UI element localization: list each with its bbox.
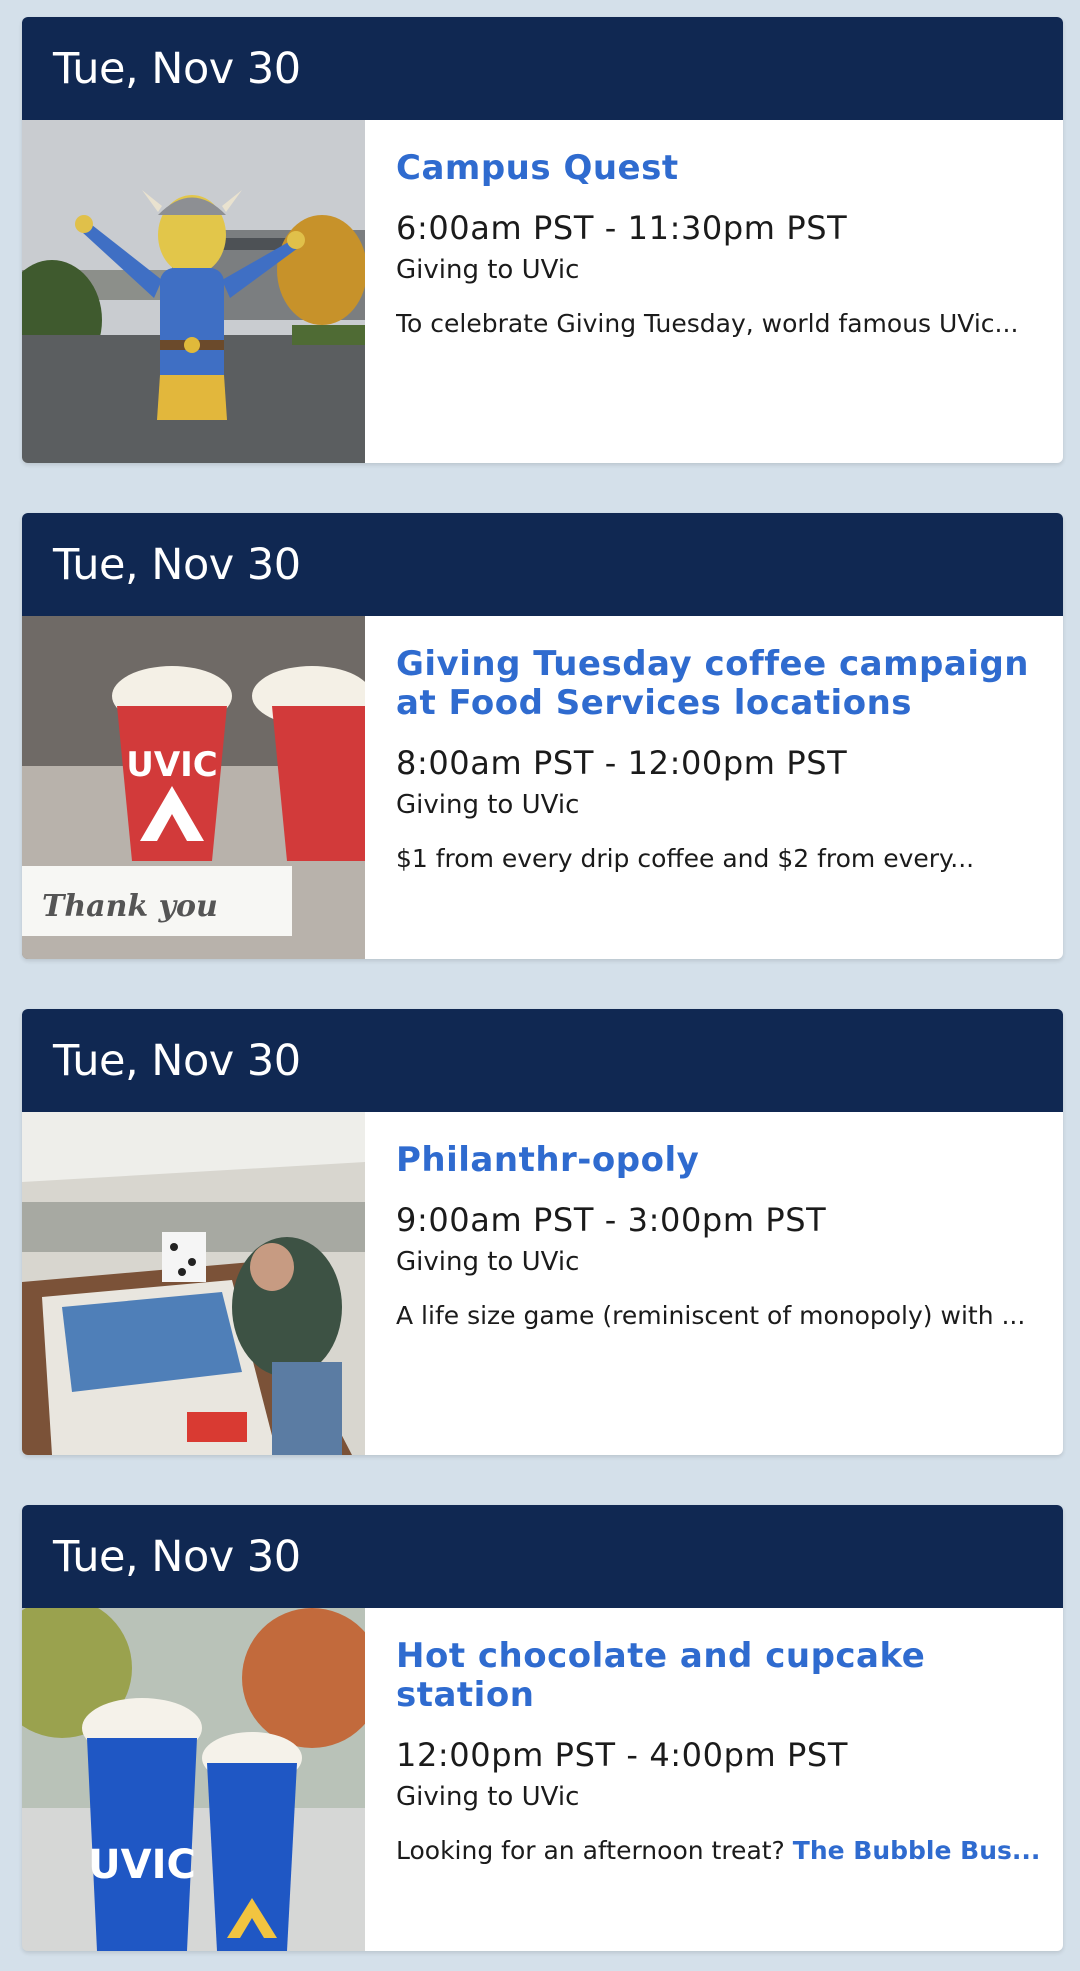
event-description: To celebrate Giving Tuesday, world famou…: [396, 309, 1019, 338]
event-category: Giving to UVic: [396, 255, 580, 285]
cup-logo-text: UVIC: [126, 745, 218, 785]
event-card[interactable]: Tue, Nov 30 Campus Quest 6:00am PST - 11…: [22, 17, 1063, 463]
event-title-link[interactable]: Campus Quest: [396, 149, 1063, 188]
event-category: Giving to UVic: [396, 1247, 580, 1277]
event-category: Giving to UVic: [396, 790, 580, 820]
event-date-header: Tue, Nov 30: [22, 513, 1063, 616]
event-time: 6:00am PST - 11:30pm PST: [396, 209, 848, 247]
event-title-link[interactable]: Hot chocolate and cupcake station: [396, 1637, 1063, 1715]
event-image-coffee-cups[interactable]: UVIC Thank you: [22, 616, 365, 959]
event-title-link[interactable]: Philanthr-opoly: [396, 1141, 1063, 1180]
event-time: 8:00am PST - 12:00pm PST: [396, 744, 848, 782]
event-description-text: Looking for an afternoon treat?: [396, 1836, 793, 1865]
cup-logo-text: UVIC: [88, 1842, 196, 1888]
event-description: Looking for an afternoon treat? The Bubb…: [396, 1833, 1056, 1869]
thank-you-card-text: Thank you: [42, 889, 218, 924]
event-time: 9:00am PST - 3:00pm PST: [396, 1201, 827, 1239]
event-date-header: Tue, Nov 30: [22, 17, 1063, 120]
event-image-hot-chocolate[interactable]: UVIC: [22, 1608, 365, 1951]
event-card[interactable]: Tue, Nov 30 UVIC Hot chocolate and cupca…: [22, 1505, 1063, 1951]
event-title-link[interactable]: Giving Tuesday coffee campaign at Food S…: [396, 645, 1063, 723]
event-card[interactable]: Tue, Nov 30 Philanthr-opoly 9:00am PST -…: [22, 1009, 1063, 1455]
event-description: A life size game (reminiscent of monopol…: [396, 1301, 1026, 1330]
event-category: Giving to UVic: [396, 1782, 580, 1812]
event-card[interactable]: Tue, Nov 30 UVIC Thank you Giving Tuesda…: [22, 513, 1063, 959]
event-time: 12:00pm PST - 4:00pm PST: [396, 1736, 848, 1774]
event-description: $1 from every drip coffee and $2 from ev…: [396, 844, 975, 873]
event-image-mascot[interactable]: [22, 120, 365, 463]
event-date-header: Tue, Nov 30: [22, 1505, 1063, 1608]
event-image-board-game[interactable]: [22, 1112, 365, 1455]
event-date-header: Tue, Nov 30: [22, 1009, 1063, 1112]
bubble-bus-link[interactable]: The Bubble Bus...: [793, 1836, 1041, 1865]
